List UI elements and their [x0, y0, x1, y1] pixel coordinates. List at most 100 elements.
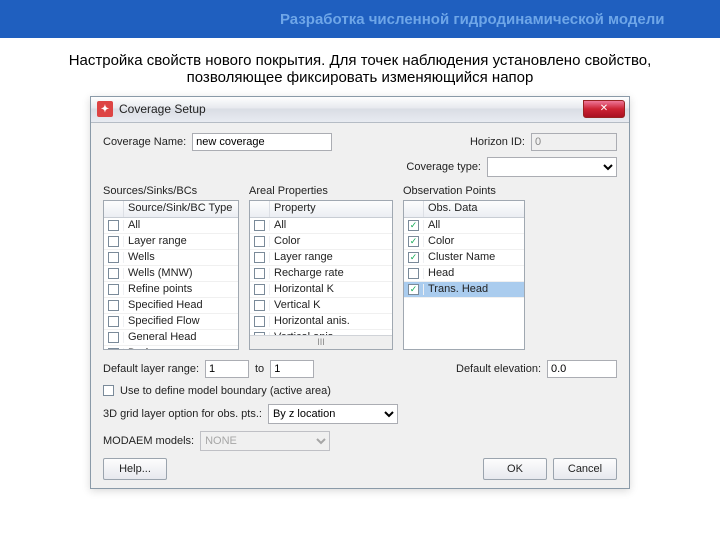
checkbox[interactable]	[254, 236, 265, 247]
groups-row: Sources/Sinks/BCs Source/Sink/BC Type Al…	[103, 185, 617, 350]
list-item-label: Refine points	[124, 283, 238, 295]
boundary-checkbox[interactable]	[103, 385, 114, 396]
boundary-checkbox-label: Use to define model boundary (active are…	[120, 385, 331, 397]
checkbox[interactable]	[254, 300, 265, 311]
list3-header: Obs. Data	[404, 201, 524, 218]
list-item-label: Layer range	[270, 251, 392, 263]
dialog-title: Coverage Setup	[119, 102, 206, 116]
list-item[interactable]: General Head	[104, 330, 238, 346]
list-item[interactable]: Drain	[104, 346, 238, 350]
list1-header: Source/Sink/BC Type	[104, 201, 238, 218]
checkbox[interactable]: ✓	[408, 236, 419, 247]
default-layer-label: Default layer range:	[103, 363, 199, 375]
checkbox[interactable]: ✓	[408, 252, 419, 263]
list-item[interactable]: Head	[404, 266, 524, 282]
sources-sinks-listbox[interactable]: Source/Sink/BC Type AllLayer rangeWells W…	[103, 200, 239, 350]
checkbox[interactable]	[108, 268, 119, 279]
checkbox[interactable]	[254, 252, 265, 263]
modaem-label: MODAEM models:	[103, 435, 194, 447]
dialog-body: Coverage Name: Horizon ID: Coverage type…	[91, 123, 629, 488]
cancel-button[interactable]: Cancel	[553, 458, 617, 480]
modaem-row: MODAEM models: NONE	[103, 431, 617, 451]
group3-label: Observation Points	[403, 185, 525, 197]
list-item[interactable]: Refine points	[104, 282, 238, 298]
checkbox[interactable]	[108, 316, 119, 327]
list-item-label: Specified Flow	[124, 315, 238, 327]
default-elevation-input[interactable]	[547, 360, 617, 378]
list-item-label: Horizontal K	[270, 283, 392, 295]
default-layer-row: Default layer range: to Default elevatio…	[103, 360, 617, 378]
list2-header: Property	[250, 201, 392, 218]
checkbox[interactable]	[108, 284, 119, 295]
areal-properties-listbox[interactable]: Property All ColorLayer range Recharge rat…	[249, 200, 393, 350]
checkbox[interactable]	[408, 268, 419, 279]
default-layer-to-label: to	[255, 363, 264, 375]
list-item[interactable]: Vertical K	[250, 298, 392, 314]
list-item[interactable]: Specified Flow	[104, 314, 238, 330]
list-item-label: Wells	[124, 251, 238, 263]
list-item[interactable]: Layer range	[104, 234, 238, 250]
list-item-label: General Head	[124, 331, 238, 343]
default-layer-to-input[interactable]	[270, 360, 314, 378]
list-item[interactable]: Wells (MNW)	[104, 266, 238, 282]
checkbox[interactable]	[254, 284, 265, 295]
list2-header-label: Property	[270, 201, 392, 217]
observation-points-listbox[interactable]: Obs. Data ✓All✓Color✓Cluster NameHead✓Tr…	[403, 200, 525, 350]
list1-header-label: Source/Sink/BC Type	[124, 201, 238, 217]
coverage-type-label: Coverage type:	[406, 161, 481, 173]
list-item-label: Vertical K	[270, 299, 392, 311]
list-item[interactable]: Layer range	[250, 250, 392, 266]
dialog-buttons: Help... OK Cancel	[103, 458, 617, 480]
horizon-id-label: Horizon ID:	[470, 136, 525, 148]
list-item[interactable]: Specified Head	[104, 298, 238, 314]
checkbox[interactable]	[108, 252, 119, 263]
app-icon: ✦	[97, 101, 113, 117]
horizon-id-input	[531, 133, 617, 151]
titlebar[interactable]: ✦ Coverage Setup ✕	[91, 97, 629, 123]
list-item-label: Drain	[124, 347, 238, 350]
checkbox[interactable]	[108, 300, 119, 311]
obs-option-select[interactable]: By z location	[268, 404, 398, 424]
areal-properties-group: Areal Properties Property AllColorLayer …	[249, 185, 393, 350]
list-item-label: Specified Head	[124, 299, 238, 311]
list3-header-label: Obs. Data	[424, 201, 524, 217]
list-item[interactable]: All	[104, 218, 238, 234]
coverage-name-label: Coverage Name:	[103, 136, 186, 148]
checkbox[interactable]	[108, 220, 119, 231]
list-item-label: Wells (MNW)	[124, 267, 238, 279]
list-item-label: Horizontal anis.	[270, 315, 392, 327]
list-item[interactable]: Horizontal anis.	[250, 314, 392, 330]
page-header: Разработка численной гидродинамической м…	[0, 0, 720, 38]
list2-scrollbar[interactable]: III	[250, 335, 392, 349]
checkbox[interactable]	[254, 220, 265, 231]
close-button[interactable]: ✕	[583, 100, 625, 118]
checkbox[interactable]: ✓	[408, 220, 419, 231]
checkbox[interactable]	[108, 348, 119, 350]
list-item[interactable]: All	[250, 218, 392, 234]
default-elevation-label: Default elevation:	[456, 363, 541, 375]
checkbox[interactable]	[254, 268, 265, 279]
ok-button[interactable]: OK	[483, 458, 547, 480]
help-button[interactable]: Help...	[103, 458, 167, 480]
list-item-label: Recharge rate	[270, 267, 392, 279]
obs-option-row: 3D grid layer option for obs. pts.: By z…	[103, 404, 617, 424]
list-item[interactable]: ✓Cluster Name	[404, 250, 524, 266]
modaem-select: NONE	[200, 431, 330, 451]
list-item[interactable]: ✓Color	[404, 234, 524, 250]
list-item[interactable]: ✓All	[404, 218, 524, 234]
list-item[interactable]: Horizontal K	[250, 282, 392, 298]
description-text: Настройка свойств нового покрытия. Для т…	[69, 52, 652, 86]
default-layer-from-input[interactable]	[205, 360, 249, 378]
list-item[interactable]: Color	[250, 234, 392, 250]
checkbox[interactable]	[108, 332, 119, 343]
checkbox[interactable]	[108, 236, 119, 247]
checkbox[interactable]: ✓	[408, 284, 419, 295]
coverage-type-select[interactable]	[487, 157, 617, 177]
list-item-label: All	[270, 219, 392, 231]
list-item[interactable]: Recharge rate	[250, 266, 392, 282]
coverage-name-input[interactable]	[192, 133, 332, 151]
bottom-rows: Default layer range: to Default elevatio…	[103, 360, 617, 480]
list-item[interactable]: ✓Trans. Head	[404, 282, 524, 298]
list-item[interactable]: Wells	[104, 250, 238, 266]
checkbox[interactable]	[254, 316, 265, 327]
